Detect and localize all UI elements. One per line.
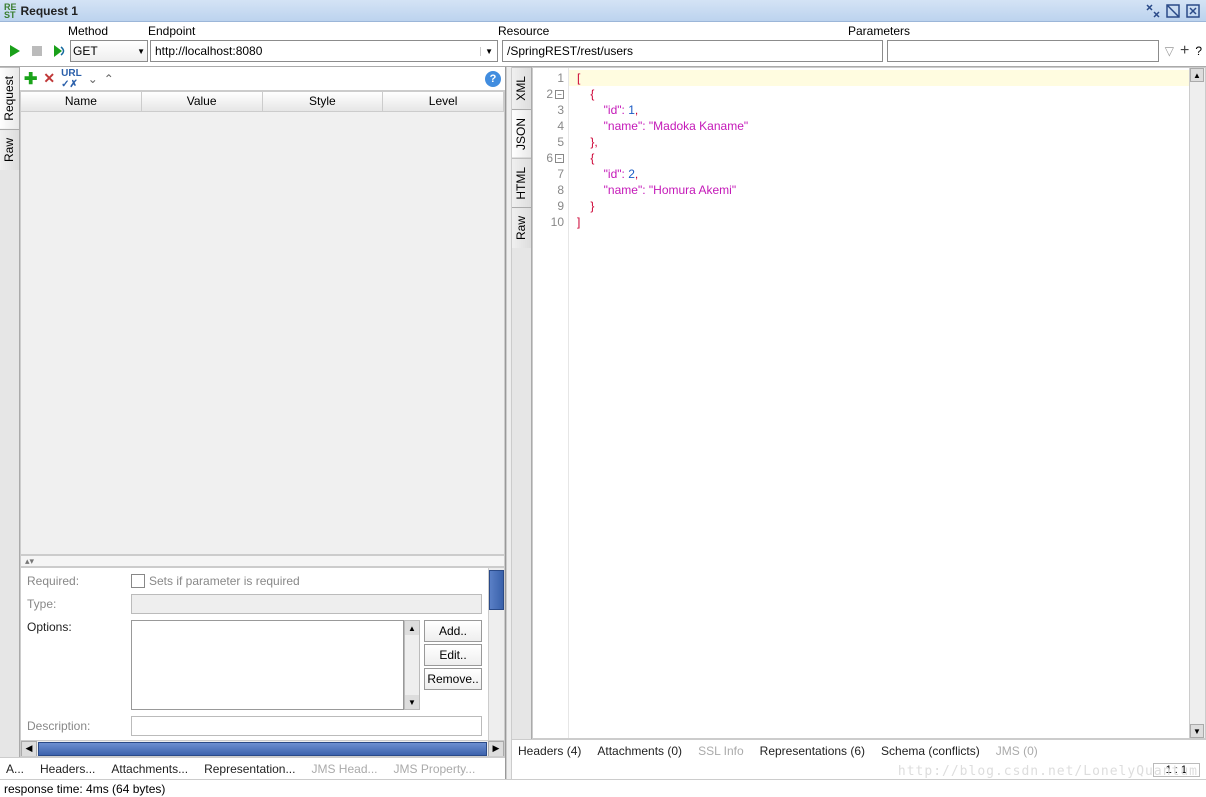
method-value: GET	[73, 44, 98, 58]
type-input[interactable]	[131, 594, 482, 614]
tab-response-raw[interactable]: Raw	[512, 207, 531, 248]
props-scrollbar[interactable]	[488, 568, 504, 740]
remove-option-button[interactable]: Remove..	[424, 668, 482, 690]
remove-param-button[interactable]: ✕	[43, 70, 55, 87]
filter-icon[interactable]: ▽	[1165, 44, 1174, 58]
tab-headers[interactable]: Headers...	[40, 762, 95, 776]
tab-xml[interactable]: XML	[512, 67, 531, 109]
col-value: Value	[142, 92, 263, 111]
code-content: [ { "id": 1, "name": "Madoka Kaname" }, …	[569, 68, 1189, 738]
endpoint-input-wrap: ▼	[150, 40, 498, 62]
resp-tab-headers[interactable]: Headers (4)	[518, 744, 581, 758]
endpoint-input[interactable]	[151, 41, 480, 61]
tab-jms-head: JMS Head...	[311, 762, 377, 776]
endpoint-dropdown-icon[interactable]: ▼	[480, 47, 497, 56]
response-bottom-tabs: Headers (4) Attachments (0) SSL Info Rep…	[512, 739, 1206, 761]
col-level: Level	[383, 92, 504, 111]
props-hscrollbar[interactable]: ◀▶	[21, 740, 504, 756]
dropdown-arrow-icon: ▼	[137, 47, 145, 56]
rest-icon: REST	[4, 3, 17, 19]
add-param-button[interactable]: ✚	[24, 69, 37, 89]
edit-option-button[interactable]: Edit..	[424, 644, 482, 666]
tab-attachments[interactable]: Attachments...	[111, 762, 188, 776]
run-button[interactable]	[6, 42, 24, 60]
parameters-label: Parameters	[848, 24, 910, 38]
tab-raw[interactable]: Raw	[0, 129, 19, 170]
method-label: Method	[68, 24, 148, 38]
options-label: Options:	[27, 620, 127, 634]
help-button[interactable]: ?	[485, 71, 501, 87]
col-name: Name	[21, 92, 142, 111]
required-hint: Sets if parameter is required	[149, 574, 300, 588]
code-scrollbar[interactable]: ▲ ▼	[1189, 68, 1205, 738]
endpoint-label: Endpoint	[148, 24, 498, 38]
resp-tab-jms: JMS (0)	[996, 744, 1038, 758]
request-panel: Request Raw ✚ ✕ URL✓✗ ⌄ ⌃ ? Name Value S…	[0, 67, 506, 779]
response-info-bar: 1 : 1	[512, 761, 1206, 779]
stop-button[interactable]	[28, 42, 46, 60]
tab-jms-property: JMS Property...	[394, 762, 476, 776]
params-table-header: Name Value Style Level	[21, 92, 504, 112]
down-icon[interactable]: ⌄	[88, 72, 98, 86]
tab-representation[interactable]: Representation...	[204, 762, 295, 776]
right-vertical-tabs: XML JSON HTML Raw	[512, 67, 532, 739]
response-panel: XML JSON HTML Raw 1 2 − 3 4 5 6 − 7 8 9 …	[512, 67, 1206, 779]
add-icon[interactable]: +	[1180, 42, 1189, 60]
resp-tab-ssl: SSL Info	[698, 744, 744, 758]
run-step-button[interactable]	[50, 42, 68, 60]
params-toolbar: ✚ ✕ URL✓✗ ⌄ ⌃ ?	[20, 67, 505, 91]
resource-label: Resource	[498, 24, 848, 38]
controls-row: GET ▼ ▼ /SpringREST/rest/users ▽ + ?	[0, 38, 1206, 66]
tab-html[interactable]: HTML	[512, 158, 531, 208]
tab-auth[interactable]: A...	[6, 762, 24, 776]
response-body[interactable]: 1 2 − 3 4 5 6 − 7 8 9 10 [ { "id": 1,	[532, 67, 1206, 739]
window-title: Request 1	[21, 4, 1142, 18]
resp-tab-attachments[interactable]: Attachments (0)	[597, 744, 682, 758]
help-icon[interactable]: ?	[1195, 44, 1202, 58]
main-area: Request Raw ✚ ✕ URL✓✗ ⌄ ⌃ ? Name Value S…	[0, 66, 1206, 779]
description-label: Description:	[27, 719, 127, 733]
tab-request[interactable]: Request	[0, 67, 19, 129]
url-style-icon[interactable]: URL✓✗	[61, 68, 82, 90]
method-select[interactable]: GET ▼	[70, 40, 148, 62]
minimize-button[interactable]	[1144, 3, 1162, 19]
options-list[interactable]	[131, 620, 404, 710]
resource-value: /SpringREST/rest/users	[503, 44, 637, 58]
line-gutter: 1 2 − 3 4 5 6 − 7 8 9 10	[533, 68, 569, 738]
resp-tab-representations[interactable]: Representations (6)	[760, 744, 865, 758]
cursor-position: 1 : 1	[1153, 763, 1200, 777]
tab-json[interactable]: JSON	[512, 109, 531, 158]
status-text: response time: 4ms (64 bytes)	[4, 782, 165, 796]
description-input[interactable]	[131, 716, 482, 736]
header-labels: Method Endpoint Resource Parameters	[0, 22, 1206, 38]
up-icon[interactable]: ⌃	[104, 72, 114, 86]
required-label: Required:	[27, 574, 127, 588]
close-button[interactable]	[1184, 3, 1202, 19]
status-bar: response time: 4ms (64 bytes)	[0, 779, 1206, 797]
request-bottom-tabs: A... Headers... Attachments... Represent…	[0, 757, 505, 779]
col-style: Style	[263, 92, 384, 111]
collapse-handle[interactable]: ▴▾	[20, 555, 505, 567]
params-table[interactable]: Name Value Style Level	[20, 91, 505, 555]
param-properties: Required: Sets if parameter is required …	[20, 567, 505, 757]
required-checkbox[interactable]	[131, 574, 145, 588]
type-label: Type:	[27, 597, 127, 611]
resp-tab-schema[interactable]: Schema (conflicts)	[881, 744, 980, 758]
add-option-button[interactable]: Add..	[424, 620, 482, 642]
window-titlebar: REST Request 1	[0, 0, 1206, 22]
parameters-input[interactable]	[887, 40, 1159, 62]
maximize-button[interactable]	[1164, 3, 1182, 19]
options-scrollbar[interactable]: ▲▼	[404, 620, 420, 710]
resource-input[interactable]: /SpringREST/rest/users	[502, 40, 883, 62]
left-vertical-tabs: Request Raw	[0, 67, 20, 757]
